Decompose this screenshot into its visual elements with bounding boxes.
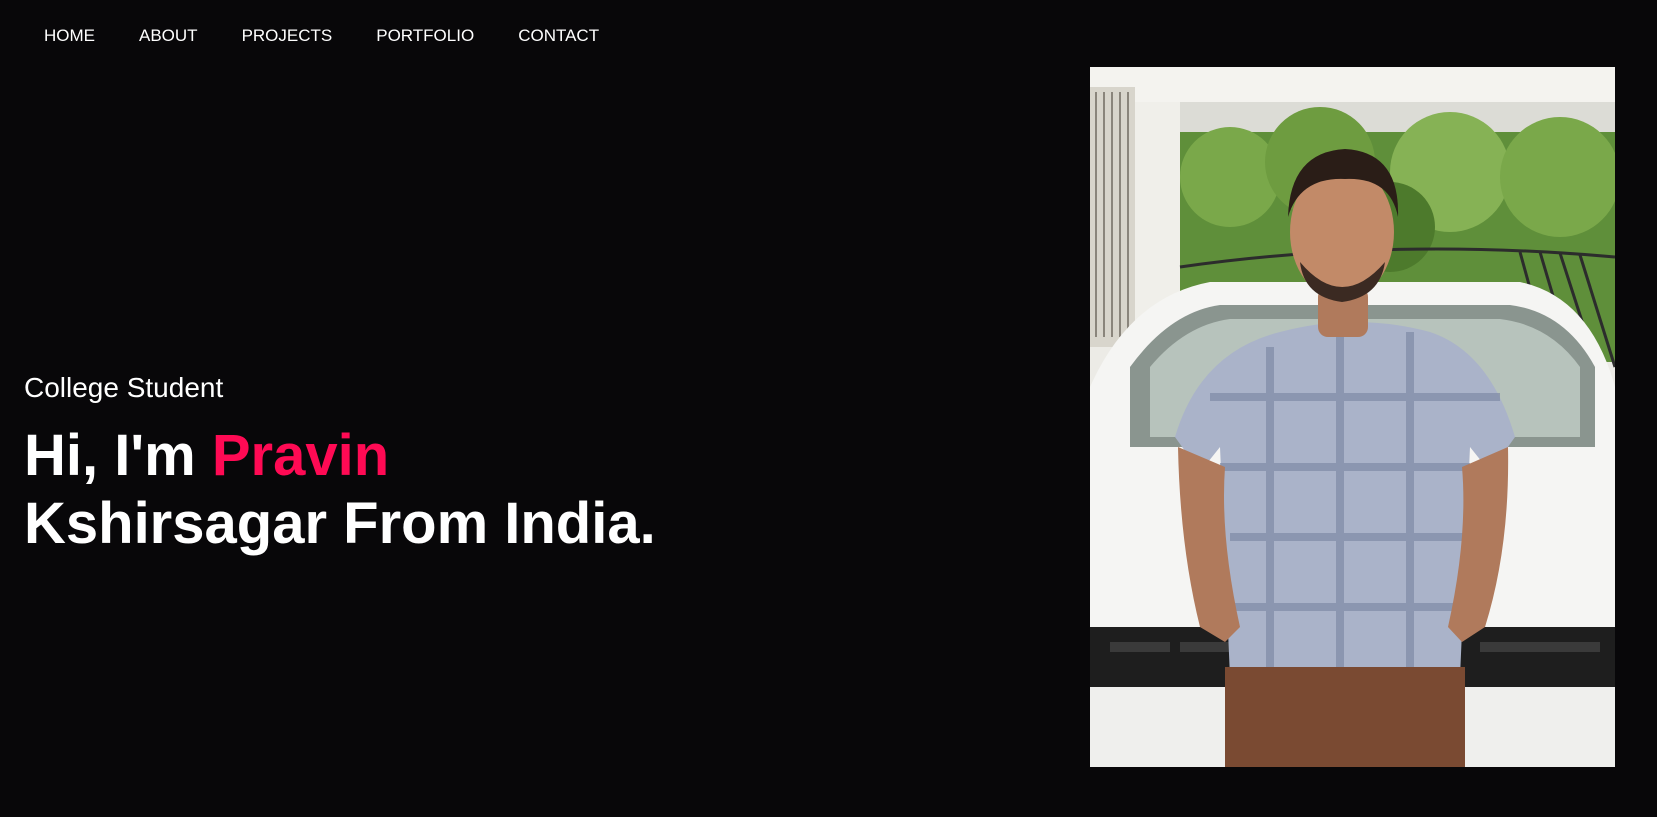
hero-subtitle: College Student [24, 372, 224, 403]
hero-greeting: Hi, I'm [24, 423, 196, 488]
hero-section: College Student Hi, I'm Pravin Kshirsaga… [24, 370, 656, 558]
nav-home-link[interactable]: HOME [44, 24, 95, 48]
nav-about-link[interactable]: ABOUT [139, 24, 198, 48]
nav-portfolio-link[interactable]: PORTFOLIO [376, 24, 474, 48]
hero-rest: Kshirsagar From India. [24, 491, 656, 556]
nav-contact-link[interactable]: CONTACT [518, 24, 599, 48]
main-nav: HOME ABOUT PROJECTS PORTFOLIO CONTACT [44, 24, 643, 48]
nav-projects-link[interactable]: PROJECTS [242, 24, 333, 48]
profile-photo-illustration [1090, 67, 1615, 767]
hero-headline: Hi, I'm Pravin Kshirsagar From India. [24, 422, 656, 558]
hero-first-name: Pravin [211, 423, 390, 488]
profile-photo [1090, 67, 1615, 767]
